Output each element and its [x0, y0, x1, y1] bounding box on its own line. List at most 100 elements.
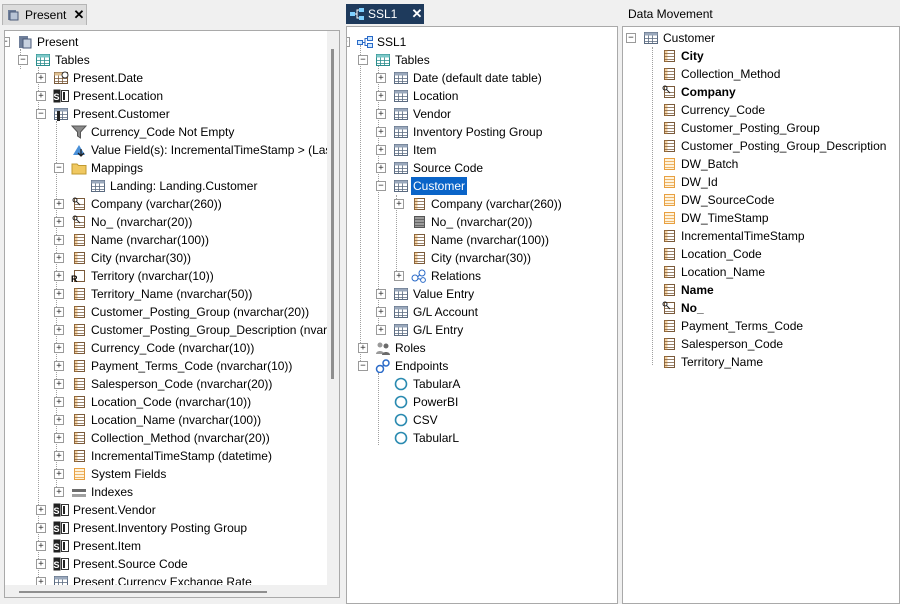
- expand-toggle[interactable]: +: [376, 289, 386, 299]
- data-movement-column[interactable]: IncrementalTimeStamp: [623, 227, 899, 245]
- data-movement-column[interactable]: Customer_Posting_Group: [623, 119, 899, 137]
- tree-item[interactable]: + Payment_Terms_Code (nvarchar(10)): [5, 357, 339, 375]
- tree-item[interactable]: + System Fields: [5, 465, 339, 483]
- tree-item[interactable]: + S Present.Vendor: [5, 501, 339, 519]
- tree-item[interactable]: + Source Code: [347, 159, 617, 177]
- data-movement-column[interactable]: Customer_Posting_Group_Description: [623, 137, 899, 155]
- ssl-tree[interactable]: −SSL1−Tables+Date (default date table)+L…: [346, 26, 618, 604]
- expand-toggle[interactable]: +: [54, 343, 64, 353]
- data-movement-column[interactable]: Company: [623, 83, 899, 101]
- tree-item[interactable]: + G/L Entry: [347, 321, 617, 339]
- expand-toggle[interactable]: +: [358, 343, 368, 353]
- tree-item[interactable]: + Location: [347, 87, 617, 105]
- present-tree[interactable]: −Present−Tables+Present.Date+SPresent.Lo…: [4, 30, 340, 598]
- expand-toggle[interactable]: +: [54, 271, 64, 281]
- data-movement-column[interactable]: No_: [623, 299, 899, 317]
- tree-item[interactable]: + City (nvarchar(30)): [5, 249, 339, 267]
- expand-toggle[interactable]: +: [376, 145, 386, 155]
- tree-item[interactable]: Currency_Code Not Empty: [5, 123, 339, 141]
- expand-toggle[interactable]: +: [36, 73, 46, 83]
- tree-item[interactable]: TabularL: [347, 429, 617, 447]
- expand-toggle[interactable]: +: [376, 163, 386, 173]
- collapse-toggle[interactable]: −: [358, 55, 368, 65]
- expand-toggle[interactable]: +: [54, 217, 64, 227]
- collapse-toggle[interactable]: −: [626, 33, 636, 43]
- tree-item[interactable]: − Endpoints: [347, 357, 617, 375]
- tab-present[interactable]: Present ✕: [2, 4, 87, 25]
- tree-item[interactable]: − Present.Customer: [5, 105, 339, 123]
- tree-item[interactable]: + Item: [347, 141, 617, 159]
- collapse-toggle[interactable]: −: [18, 55, 28, 65]
- tree-item[interactable]: No_ (nvarchar(20)): [347, 213, 617, 231]
- expand-toggle[interactable]: +: [394, 199, 404, 209]
- expand-toggle[interactable]: +: [54, 451, 64, 461]
- expand-toggle[interactable]: +: [54, 307, 64, 317]
- expand-toggle[interactable]: +: [54, 253, 64, 263]
- collapse-toggle[interactable]: −: [376, 181, 386, 191]
- expand-toggle[interactable]: +: [54, 289, 64, 299]
- tree-item[interactable]: + S Present.Location: [5, 87, 339, 105]
- tree-item[interactable]: + S Present.Inventory Posting Group: [5, 519, 339, 537]
- tree-item[interactable]: + Date (default date table): [347, 69, 617, 87]
- expand-toggle[interactable]: +: [36, 505, 46, 515]
- expand-toggle[interactable]: +: [54, 235, 64, 245]
- tree-item[interactable]: + Present.Date: [5, 69, 339, 87]
- expand-toggle[interactable]: +: [36, 91, 46, 101]
- expand-toggle[interactable]: +: [376, 127, 386, 137]
- expand-toggle[interactable]: +: [36, 559, 46, 569]
- collapse-toggle[interactable]: −: [5, 37, 10, 47]
- expand-toggle[interactable]: +: [376, 91, 386, 101]
- data-movement-column[interactable]: DW_Id: [623, 173, 899, 191]
- tree-item[interactable]: Landing: Landing.Customer: [5, 177, 339, 195]
- tree-item[interactable]: + Territory_Name (nvarchar(50)): [5, 285, 339, 303]
- data-movement-column[interactable]: Location_Code: [623, 245, 899, 263]
- data-movement-column[interactable]: City: [623, 47, 899, 65]
- expand-toggle[interactable]: +: [54, 361, 64, 371]
- tree-item[interactable]: + Value Entry: [347, 285, 617, 303]
- tree-item[interactable]: + Company (varchar(260)): [5, 195, 339, 213]
- tree-item[interactable]: + Collection_Method (nvarchar(20)): [5, 429, 339, 447]
- data-movement-column[interactable]: Payment_Terms_Code: [623, 317, 899, 335]
- vertical-scrollbar[interactable]: [327, 31, 339, 597]
- tree-item[interactable]: + Relations: [347, 267, 617, 285]
- horizontal-scrollbar[interactable]: [5, 585, 327, 597]
- data-movement-column[interactable]: Collection_Method: [623, 65, 899, 83]
- collapse-toggle[interactable]: −: [358, 361, 368, 371]
- tree-item[interactable]: CSV: [347, 411, 617, 429]
- data-movement-column[interactable]: Salesperson_Code: [623, 335, 899, 353]
- tree-item[interactable]: + No_ (nvarchar(20)): [5, 213, 339, 231]
- expand-toggle[interactable]: +: [394, 271, 404, 281]
- tree-root-customer[interactable]: − Customer: [623, 29, 899, 47]
- data-movement-column[interactable]: Name: [623, 281, 899, 299]
- close-icon[interactable]: ✕: [72, 7, 86, 23]
- expand-toggle[interactable]: +: [54, 487, 64, 497]
- expand-toggle[interactable]: +: [36, 541, 46, 551]
- expand-toggle[interactable]: +: [376, 73, 386, 83]
- collapse-toggle[interactable]: −: [36, 109, 46, 119]
- data-movement-tree[interactable]: − Customer City Collection_Method Company Cur…: [622, 26, 900, 604]
- tab-ssl1[interactable]: SSL1 ✕: [346, 4, 424, 24]
- tree-item[interactable]: City (nvarchar(30)): [347, 249, 617, 267]
- close-icon[interactable]: ✕: [410, 6, 424, 22]
- tree-item[interactable]: − Tables: [347, 51, 617, 69]
- expand-toggle[interactable]: +: [54, 469, 64, 479]
- tree-item[interactable]: + S Present.Item: [5, 537, 339, 555]
- tree-item[interactable]: + S Present.Source Code: [5, 555, 339, 573]
- tree-node-tables[interactable]: − Tables: [5, 51, 339, 69]
- data-movement-column[interactable]: Territory_Name: [623, 353, 899, 371]
- tree-item[interactable]: + Indexes: [5, 483, 339, 501]
- expand-toggle[interactable]: +: [376, 325, 386, 335]
- data-movement-column[interactable]: Location_Name: [623, 263, 899, 281]
- expand-toggle[interactable]: +: [54, 415, 64, 425]
- expand-toggle[interactable]: +: [376, 109, 386, 119]
- tree-item-selected[interactable]: − Customer: [347, 177, 617, 195]
- h-scrollbar-thumb[interactable]: [19, 591, 267, 593]
- tree-item[interactable]: + Company (varchar(260)): [347, 195, 617, 213]
- data-movement-column[interactable]: Currency_Code: [623, 101, 899, 119]
- tree-item[interactable]: − Mappings: [5, 159, 339, 177]
- expand-toggle[interactable]: +: [54, 199, 64, 209]
- expand-toggle[interactable]: +: [54, 433, 64, 443]
- tree-item[interactable]: + Location_Code (nvarchar(10)): [5, 393, 339, 411]
- tree-root-ssl1[interactable]: − SSL1: [347, 33, 617, 51]
- tree-item[interactable]: + Currency_Code (nvarchar(10)): [5, 339, 339, 357]
